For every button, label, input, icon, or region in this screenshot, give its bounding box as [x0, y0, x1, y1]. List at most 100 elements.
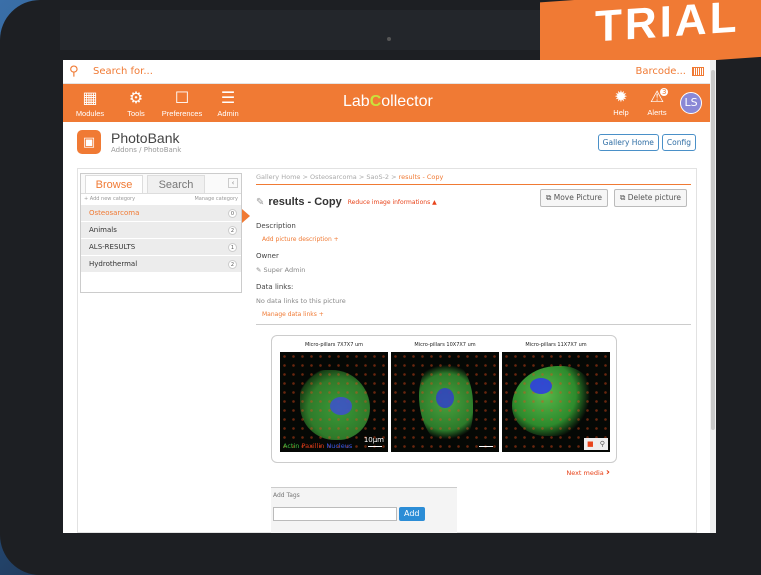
search-icon[interactable]: ⚲ [69, 64, 87, 79]
next-media-label: Next media [566, 469, 604, 477]
manage-category-link[interactable]: Manage category [194, 196, 238, 202]
delete-picture-button[interactable]: ⧉ Delete picture [614, 189, 687, 207]
micrograph-image: ■ ⚲ [502, 352, 610, 452]
legend-nucleus: Nucleus [326, 442, 353, 450]
micrograph-image: 10µm Actin Paxillin Nucleus [280, 352, 388, 452]
breadcrumb-current: results - Copy [398, 173, 444, 181]
logo-part: ollector [381, 93, 433, 110]
add-description-link[interactable]: Add picture description + [262, 236, 691, 243]
search-input[interactable]: Search for... [93, 66, 635, 77]
category-panel: Browse Search ‹ + Add new category Manag… [80, 173, 242, 293]
nucleus-shape [530, 378, 552, 394]
gallery-breadcrumb[interactable]: Gallery Home > Osteosarcoma > SaoS-2 > r… [256, 173, 691, 185]
tag-input[interactable] [273, 507, 397, 521]
button-label: Move Picture [553, 193, 603, 202]
description-label: Description [256, 222, 296, 230]
picture-detail: Gallery Home > Osteosarcoma > SaoS-2 > r… [256, 173, 691, 325]
micrograph-image [391, 352, 499, 452]
owner-name: Super Admin [263, 266, 306, 274]
grid-icon: ▦ [82, 87, 98, 107]
owner-label: Owner [256, 252, 279, 260]
panel-tabs: Browse Search ‹ [81, 174, 241, 194]
nav-label: Help [613, 108, 629, 117]
search-bar[interactable]: ⚲ Search for... Barcode... [63, 60, 710, 84]
content-area: Browse Search ‹ + Add new category Manag… [77, 168, 697, 533]
nav-help[interactable]: ✹ Help [606, 87, 636, 118]
category-actions: + Add new category Manage category [81, 194, 241, 204]
category-item[interactable]: ALS-RESULTS 1 [81, 238, 241, 255]
photobank-icon: ▣ [77, 130, 101, 154]
image-viewer[interactable]: Micro-pillars 7X7X7 um 10µm Actin Paxill… [271, 335, 617, 463]
category-label: Hydrothermal [89, 260, 138, 268]
divider [256, 324, 691, 325]
category-label: Animals [89, 226, 117, 234]
collapse-icon[interactable]: ‹ [228, 178, 238, 188]
page-title: PhotoBank [111, 130, 180, 146]
app-screen: ⚲ Search for... Barcode... ▦ Modules ⚙ T… [63, 60, 710, 533]
tab-browse[interactable]: Browse [85, 175, 143, 193]
nav-label: Tools [127, 108, 145, 118]
gallery-home-button[interactable]: Gallery Home [597, 134, 659, 151]
app-logo[interactable]: LabCollector [343, 93, 433, 111]
config-button[interactable]: Config [661, 134, 696, 151]
image-caption: Micro-pillars 11X7X7 um [525, 342, 587, 348]
scale-label: 10µm [363, 436, 384, 444]
button-label: Delete picture [627, 193, 681, 202]
tags-box: Add Tags Add [271, 487, 457, 533]
tab-search[interactable]: Search [147, 175, 205, 193]
nav-label: Modules [75, 108, 105, 118]
sliders-icon: ☰ [220, 87, 236, 107]
category-item[interactable]: Hydrothermal 2 [81, 255, 241, 272]
camera-dot [387, 37, 391, 41]
picture-actions: ⧉ Move Picture ⧉ Delete picture [539, 189, 687, 207]
user-avatar[interactable]: LS [680, 91, 702, 114]
scale-bar [368, 446, 382, 447]
nucleus-shape [436, 388, 454, 408]
category-count: 0 [228, 208, 237, 218]
image-caption: Micro-pillars 7X7X7 um [304, 342, 364, 348]
category-count: 2 [228, 259, 237, 269]
page-title-block: PhotoBank Addons / PhotoBank [111, 130, 181, 154]
nav-admin[interactable]: ☰ Admin [209, 87, 247, 118]
barcode-input[interactable]: Barcode... [635, 66, 686, 77]
no-datalinks-text: No data links to this picture [256, 297, 346, 305]
bookmark-icon: ☐ [174, 87, 190, 107]
zoom-icon[interactable]: ⚲ [600, 440, 605, 448]
scroll-thumb[interactable] [711, 70, 715, 430]
reduce-info-link[interactable]: Reduce image informations ▲ [348, 199, 437, 206]
category-item[interactable]: Animals 2 [81, 221, 241, 238]
legend-actin: Actin [283, 442, 300, 450]
image-panel: Micro-pillars 7X7X7 um 10µm Actin Paxill… [280, 342, 388, 452]
image-panel: Micro-pillars 11X7X7 um ■ ⚲ [502, 342, 610, 452]
wrench-icon: ⚙ [128, 87, 144, 107]
trash-icon[interactable]: ■ [587, 440, 594, 448]
image-caption: Micro-pillars 10X7X7 um [414, 342, 476, 348]
move-picture-button[interactable]: ⧉ Move Picture [539, 189, 609, 207]
pencil-icon[interactable]: ✎ [256, 197, 264, 208]
image-panel: Micro-pillars 10X7X7 um [391, 342, 499, 452]
logo-part: C [369, 93, 382, 110]
nav-alerts[interactable]: ⚠ 3 Alerts [642, 88, 672, 117]
nav-tools[interactable]: ⚙ Tools [117, 87, 155, 118]
add-tag-button[interactable]: Add [399, 507, 425, 521]
lifebuoy-icon: ✹ [614, 87, 628, 106]
category-item[interactable]: Osteosarcoma 0 [81, 204, 241, 221]
category-label: ALS-RESULTS [89, 243, 136, 251]
chevron-right-icon: › [605, 467, 610, 478]
nav-right: ✹ Help ⚠ 3 Alerts LS [600, 88, 702, 117]
next-media-link[interactable]: Next media › [566, 467, 610, 478]
datalinks-label: Data links: [256, 283, 294, 291]
nav-modules[interactable]: ▦ Modules [71, 87, 109, 118]
barcode-icon[interactable] [692, 67, 704, 76]
picture-title[interactable]: results - Copy [268, 196, 341, 208]
pencil-icon[interactable]: ✎ [256, 266, 261, 274]
page-breadcrumb: Addons / PhotoBank [111, 146, 182, 154]
manage-datalinks-link[interactable]: Manage data links + [262, 311, 691, 318]
nav-label: Alerts [647, 108, 667, 117]
nav-preferences[interactable]: ☐ Preferences [162, 87, 202, 118]
active-pointer [242, 209, 250, 223]
breadcrumb-path[interactable]: Gallery Home > Osteosarcoma > SaoS-2 > [256, 173, 399, 181]
category-count: 2 [228, 225, 237, 235]
scrollbar[interactable] [710, 60, 716, 533]
add-category-link[interactable]: + Add new category [84, 196, 135, 202]
